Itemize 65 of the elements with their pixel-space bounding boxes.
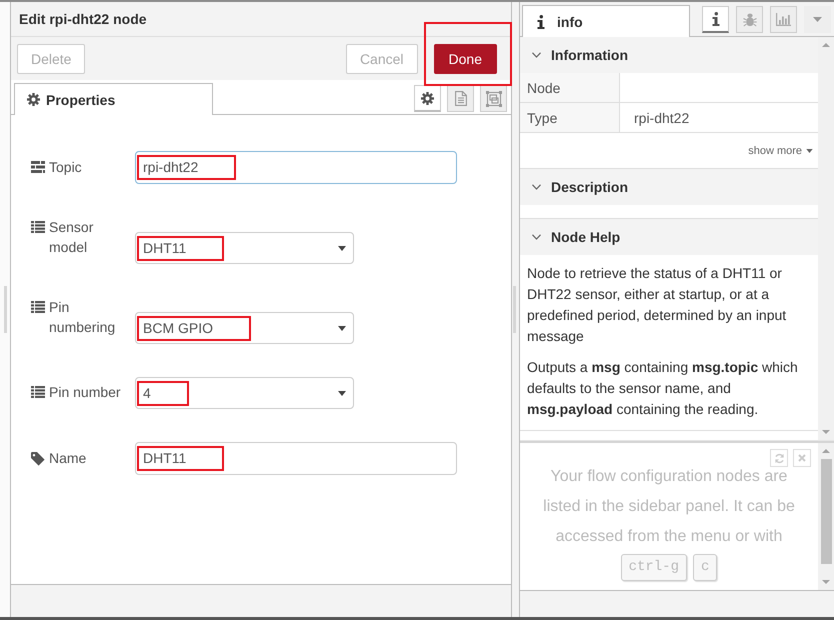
dropdown-field[interactable]: DHT11 <box>135 232 354 264</box>
chart-button[interactable] <box>770 6 797 33</box>
caret-icon <box>806 148 813 152</box>
caret-icon <box>338 390 346 396</box>
scrollbar[interactable] <box>818 443 834 590</box>
editor-title: Edit rpi-dht22 node <box>19 11 147 27</box>
resize-handle[interactable] <box>513 286 516 333</box>
property-name: Type <box>520 103 620 132</box>
close-button[interactable] <box>793 449 811 467</box>
tasks-icon <box>31 161 45 173</box>
gear-icon <box>421 92 434 104</box>
property-value: rpi-dht22 <box>633 108 690 128</box>
bug-button[interactable] <box>736 6 763 33</box>
document-button[interactable] <box>447 85 474 112</box>
info-tab[interactable]: info <box>522 5 690 37</box>
refresh-button[interactable] <box>770 449 788 467</box>
property-name: Node <box>520 73 620 102</box>
caret-icon <box>338 246 346 250</box>
scrollbar-thumb[interactable] <box>820 459 832 564</box>
primary-button[interactable]: Done <box>434 44 497 74</box>
list-icon <box>31 221 45 233</box>
keyboard-key: c <box>693 554 718 581</box>
gear-icon <box>27 93 40 106</box>
scrollbar[interactable] <box>818 37 834 440</box>
help-text: Node to retrieve the status of a DHT11 or DHT22 sensor, either at startup, or at a predefined period, determined by an input message <box>527 264 788 346</box>
config-message: Your flow configuration nodes are listed in the sidebar panel. It can be accessed from the menu or with <box>542 467 796 547</box>
section-header[interactable]: Node Help <box>520 219 818 255</box>
keyboard-key: ctrl-g <box>620 554 687 581</box>
caret-icon <box>813 17 822 22</box>
properties-tab[interactable]: Properties <box>14 83 213 115</box>
info-icon <box>537 14 545 28</box>
bar-chart-icon <box>776 13 791 26</box>
show-more-link[interactable]: show more <box>748 144 813 156</box>
splitter[interactable] <box>512 2 519 617</box>
field-label: Name <box>49 449 86 468</box>
menu-button[interactable] <box>804 6 831 33</box>
frame-button[interactable] <box>480 85 507 112</box>
document-icon <box>454 91 466 106</box>
dropdown-field[interactable]: 4 <box>135 377 354 409</box>
list-icon <box>31 301 45 313</box>
refresh-icon <box>774 452 784 464</box>
section-header[interactable]: Description <box>520 169 818 205</box>
list-icon <box>31 386 45 398</box>
frame-icon <box>486 90 502 106</box>
tag-icon <box>31 452 45 466</box>
info-icon <box>712 12 720 26</box>
field-label: Pin number <box>49 383 121 402</box>
bug-icon <box>742 12 756 26</box>
field-label: Pin numbering <box>49 298 116 337</box>
caret-icon <box>338 326 346 330</box>
resize-handle[interactable] <box>4 286 6 333</box>
input-field[interactable]: rpi-dht22 <box>135 151 457 184</box>
info-button[interactable] <box>702 6 729 33</box>
scroll-up-icon[interactable] <box>822 449 830 453</box>
section-header[interactable]: Information <box>520 37 818 73</box>
scroll-down-icon[interactable] <box>822 430 830 434</box>
input-field[interactable]: DHT11 <box>135 442 457 475</box>
dropdown-field[interactable]: BCM GPIO <box>135 312 354 344</box>
scroll-down-icon[interactable] <box>822 580 830 584</box>
close-icon <box>798 454 806 462</box>
help-text: Outputs a msg containing msg.topic which defaults to the sensor name, and msg.payload containing the reading. <box>527 358 799 419</box>
field-label: Sensor model <box>49 218 94 257</box>
field-label: Topic <box>49 158 82 177</box>
gear-button[interactable] <box>414 85 441 112</box>
scroll-up-icon[interactable] <box>822 43 830 47</box>
